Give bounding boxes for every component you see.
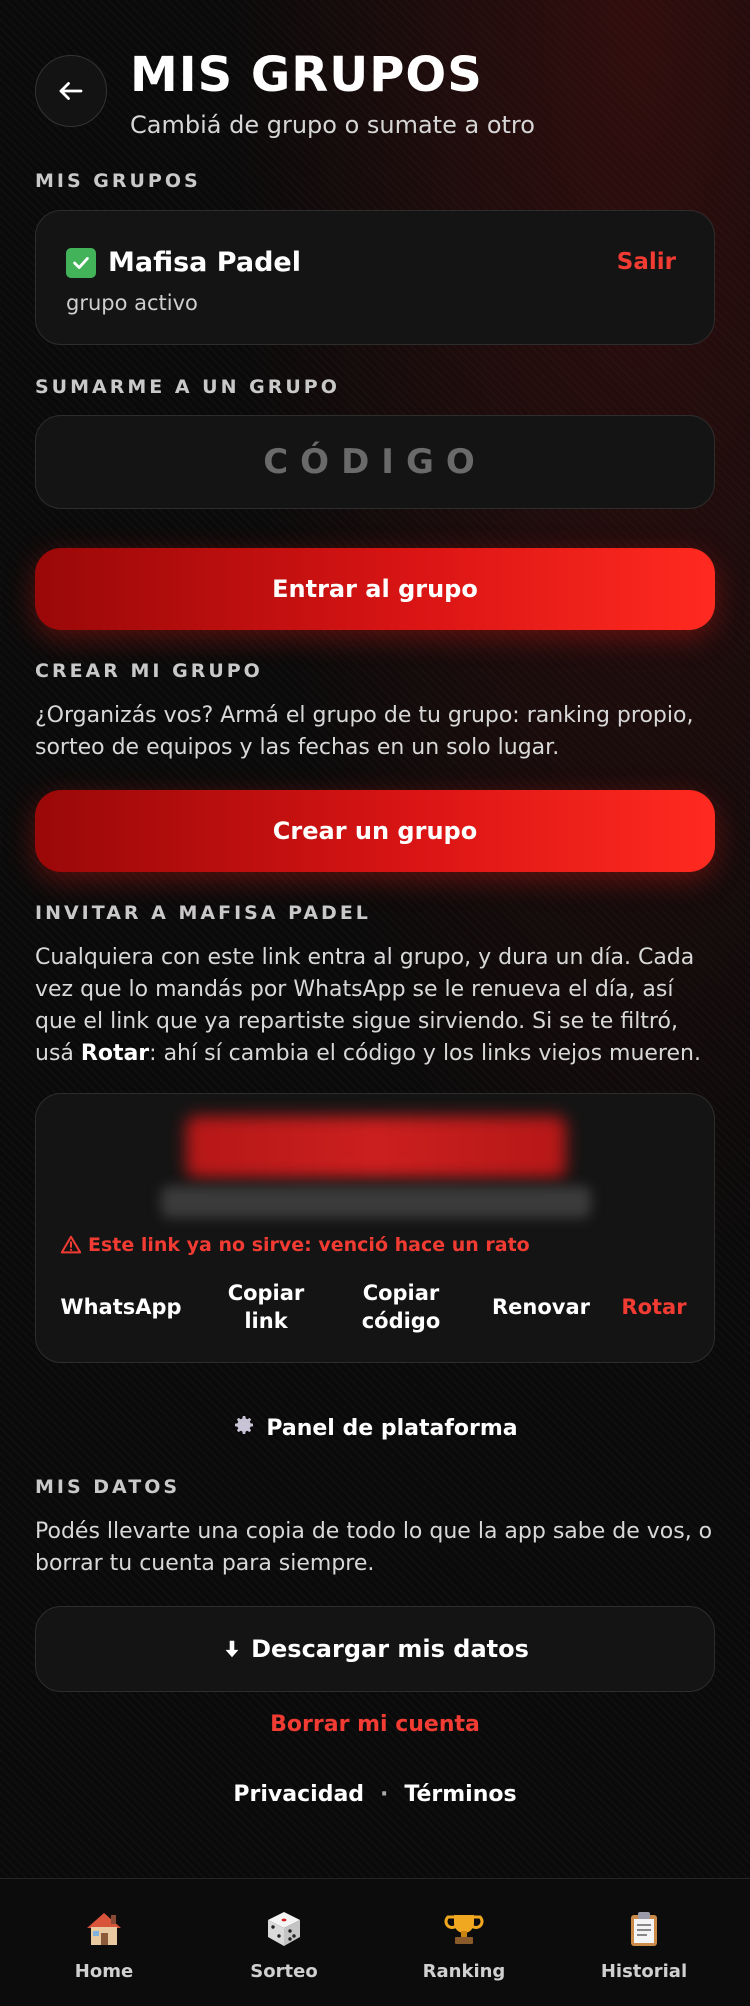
delete-account-link[interactable]: Borrar mi cuenta bbox=[35, 1712, 715, 1737]
group-name: Mafisa Padel bbox=[108, 247, 301, 278]
nav-item-ranking[interactable]: Ranking bbox=[374, 1879, 554, 2006]
create-group-description: ¿Organizás vos? Armá el grupo de tu grup… bbox=[35, 703, 694, 760]
nav-item-sorteo[interactable]: Sorteo bbox=[194, 1879, 374, 2006]
privacy-link[interactable]: Privacidad bbox=[233, 1782, 364, 1807]
invite-link-redacted bbox=[161, 1186, 591, 1218]
renew-button[interactable]: Renovar bbox=[481, 1272, 601, 1342]
bottom-nav: Home Sorteo Ranking Historial bbox=[0, 1878, 750, 2006]
create-group-button[interactable]: Crear un grupo bbox=[35, 790, 715, 872]
download-arrow-icon bbox=[225, 1640, 239, 1658]
check-icon bbox=[66, 247, 96, 278]
code-input[interactable]: CÓDIGO bbox=[35, 415, 715, 509]
invite-link-card: Este link ya no sirve: venció hace un ra… bbox=[35, 1093, 715, 1363]
trophy-icon bbox=[444, 1915, 484, 1944]
create-group-label: CREAR MI GRUPO bbox=[35, 660, 263, 682]
whatsapp-button[interactable]: WhatsApp bbox=[56, 1272, 186, 1342]
leave-group-button[interactable]: Salir bbox=[617, 249, 676, 275]
rotate-button[interactable]: Rotar bbox=[609, 1272, 699, 1342]
invite-actions: WhatsApp Copiar link Copiar código Renov… bbox=[36, 1272, 716, 1342]
legal-links: Privacidad · Términos bbox=[35, 1782, 715, 1807]
join-group-label: SUMARME A UN GRUPO bbox=[35, 376, 340, 398]
join-group-button[interactable]: Entrar al grupo bbox=[35, 548, 715, 630]
my-data-label: MIS DATOS bbox=[35, 1476, 181, 1498]
warning-icon bbox=[60, 1235, 82, 1254]
arrow-left-icon bbox=[59, 82, 83, 100]
page-subtitle: Cambiá de grupo o sumate a otro bbox=[130, 111, 535, 139]
invite-code-redacted bbox=[186, 1116, 566, 1178]
copy-link-button[interactable]: Copiar link bbox=[211, 1272, 321, 1342]
dice-icon bbox=[268, 1912, 300, 1946]
invite-description: Cualquiera con este link entra al grupo,… bbox=[35, 945, 701, 1066]
terms-link[interactable]: Términos bbox=[404, 1782, 516, 1807]
house-icon bbox=[87, 1913, 121, 1945]
clipboard-icon bbox=[631, 1912, 657, 1946]
nav-item-home[interactable]: Home bbox=[14, 1879, 194, 2006]
expired-warning: Este link ya no sirve: venció hace un ra… bbox=[60, 1234, 530, 1256]
my-groups-label: MIS GRUPOS bbox=[35, 170, 201, 192]
invite-label: INVITAR A MAFISA PADEL bbox=[35, 902, 371, 924]
my-data-description: Podés llevarte una copia de todo lo que … bbox=[35, 1519, 713, 1576]
group-status: grupo activo bbox=[66, 291, 198, 315]
download-data-button[interactable]: Descargar mis datos bbox=[35, 1606, 715, 1692]
rotate-emphasis: Rotar bbox=[80, 1041, 150, 1066]
page-title: MIS GRUPOS bbox=[130, 47, 483, 103]
page-header: MIS GRUPOS Cambiá de grupo o sumate a ot… bbox=[35, 47, 715, 145]
back-button[interactable] bbox=[35, 55, 107, 127]
legal-separator: · bbox=[380, 1782, 389, 1807]
gear-icon bbox=[232, 1413, 256, 1443]
active-group-card: Mafisa Padel grupo activo Salir bbox=[35, 210, 715, 345]
group-name-row: Mafisa Padel bbox=[66, 247, 301, 278]
platform-panel-link[interactable]: Panel de plataforma bbox=[35, 1413, 715, 1443]
copy-code-button[interactable]: Copiar código bbox=[341, 1272, 461, 1342]
nav-item-historial[interactable]: Historial bbox=[554, 1879, 734, 2006]
